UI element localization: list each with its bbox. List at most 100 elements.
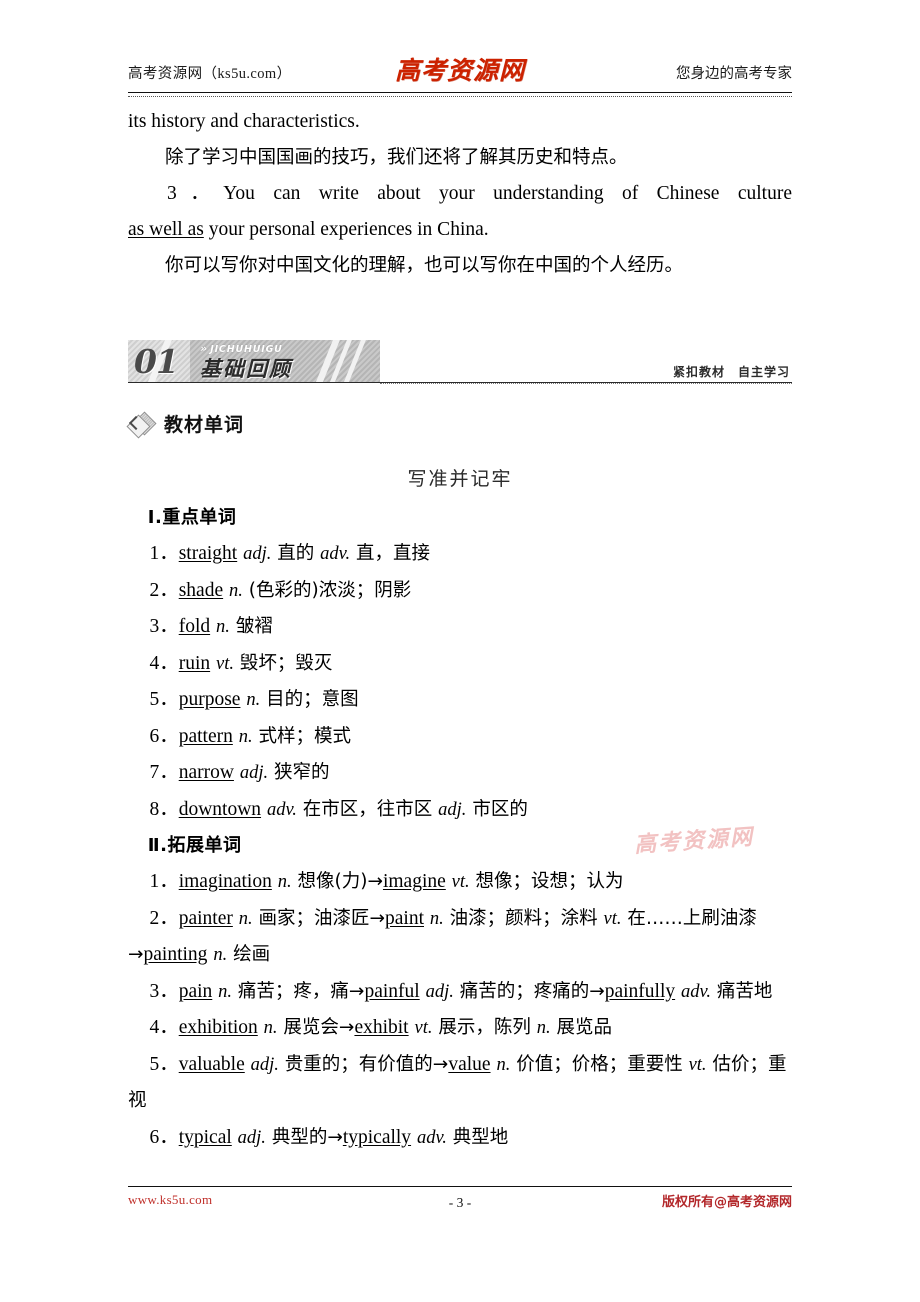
vocab-definition: n. 痛苦；疼，痛→ xyxy=(218,980,365,1002)
pos-abbrev: n. xyxy=(429,908,444,929)
underlined-phrase: as well as xyxy=(128,219,204,240)
paragraph-translation-1: 除了学习中国国画的技巧，我们还将了解其历史和特点。 xyxy=(165,147,628,168)
pos-abbrev: adv. xyxy=(681,981,711,1002)
pos-abbrev: vt. xyxy=(688,1054,707,1075)
vocab-word: ruin xyxy=(178,652,211,674)
vocab-item: 5．purpose n. 目的；意图 xyxy=(128,682,792,719)
pos-abbrev: n. xyxy=(216,617,230,637)
pos-abbrev: n. xyxy=(536,1018,551,1038)
vocab-number: 6． xyxy=(149,1126,179,1148)
vocab-definition: adj. 痛苦的；疼痛的→ xyxy=(425,980,605,1002)
vocab-word: exhibit xyxy=(354,1017,409,1038)
banner-chip: 01 » JICHUHUIGU 基础回顾 xyxy=(128,340,380,382)
pos-abbrev: vt. xyxy=(414,1018,433,1038)
vocab-item: 1．straight adj. 直的 adv. 直，直接 xyxy=(128,536,792,573)
vocab-definition: n. 绘画 xyxy=(213,944,271,965)
vocab-word: paint xyxy=(385,907,424,929)
vocab-definition: adj. 贵重的；有价值的→ xyxy=(250,1053,449,1075)
vocab-group-2-heading: Ⅱ.拓展单词 xyxy=(147,835,242,856)
footer-url: www.ks5u.com xyxy=(128,1192,213,1207)
vocabulary-section: Ⅰ.重点单词 1．straight adj. 直的 adv. 直，直接 2．sha… xyxy=(128,500,792,1156)
banner-pinyin-text: JICHUHUIGU xyxy=(210,344,283,355)
running-footer: www.ks5u.com - 3 - 版权所有@高考资源网 xyxy=(128,1186,792,1216)
vocab-definition: vt. 想像；设想；认为 xyxy=(451,871,624,892)
center-title: 写准并记牢 xyxy=(407,468,513,490)
vocab-item: 7．narrow adj. 狭窄的 xyxy=(128,755,792,792)
banner-number: 01 xyxy=(134,342,179,381)
vocab-definition: n. 画家；油漆匠→ xyxy=(238,907,385,929)
vocab-definition: n. 皱褶 xyxy=(216,616,273,637)
pos-abbrev: adj. xyxy=(243,544,272,564)
vocab-item: 8．downtown adv. 在市区，往市区 adj. 市区的 xyxy=(128,792,792,829)
vocab-definition: vt. 毁坏；毁灭 xyxy=(216,652,333,674)
pos-abbrev: adj. xyxy=(438,799,467,820)
vocab-number: 6． xyxy=(149,725,179,747)
pos-abbrev: n. xyxy=(496,1054,511,1075)
pos-abbrev: n. xyxy=(246,690,261,710)
paragraph-example-3: 3．You can write about your understanding… xyxy=(128,176,792,212)
vocab-word: value xyxy=(448,1053,491,1075)
vocab-item: 3．fold n. 皱褶 xyxy=(128,609,792,646)
vocab-item: 1．imagination n. 想像(力)→imagine vt. 想像；设想… xyxy=(128,864,792,901)
pos-abbrev: n. xyxy=(238,908,253,929)
vocab-definition: adv. 在市区，往市区 adj. 市区的 xyxy=(266,798,528,820)
vocab-item: 3．pain n. 痛苦；疼，痛→painful adj. 痛苦的；疼痛的→pa… xyxy=(128,974,792,1011)
vocab-word: narrow xyxy=(178,762,234,783)
header-left-text: 高考资源网（ks5u.com） xyxy=(128,66,292,82)
vocab-number: 8． xyxy=(149,798,179,820)
diamond-icon xyxy=(126,410,157,439)
vocab-number: 7． xyxy=(149,762,179,783)
vocab-definition: vt. 展示，陈列 n. 展览品 xyxy=(414,1017,613,1038)
vocab-word: imagine xyxy=(382,871,446,892)
document-page: 高考资源网（ks5u.com） 高考资源网 您身边的高考专家 its histo… xyxy=(0,0,920,1302)
pos-abbrev: adv. xyxy=(266,799,297,820)
vocab-word: fold xyxy=(178,616,211,637)
vocab-word: typical xyxy=(178,1126,232,1148)
pos-abbrev: adj. xyxy=(239,763,269,783)
vocab-definition: n. 想像(力)→ xyxy=(277,871,383,892)
vocab-number: 3． xyxy=(149,980,179,1002)
pos-abbrev: n. xyxy=(229,580,243,601)
paragraph-translation-2: 你可以写你对中国文化的理解，也可以写你在中国的个人经历。 xyxy=(165,255,684,276)
chevron-right-icon: » xyxy=(200,342,207,355)
vocab-group-1-list: 1．straight adj. 直的 adv. 直，直接 2．shade n. (… xyxy=(128,536,792,828)
vocab-definition: adj. 狭窄的 xyxy=(239,762,330,783)
running-header: 高考资源网（ks5u.com） 高考资源网 您身边的高考专家 xyxy=(128,56,792,97)
vocab-definition: adv. 痛苦地 xyxy=(681,980,773,1002)
vocab-group-2-list: 1．imagination n. 想像(力)→imagine vt. 想像；设想… xyxy=(128,864,792,1156)
vocab-word: exhibition xyxy=(178,1017,258,1038)
vocab-definition: adv. 典型地 xyxy=(416,1126,509,1148)
vocab-word: imagination xyxy=(178,871,272,892)
vocab-word: typically xyxy=(342,1126,412,1148)
subsection-heading: 教材单词 xyxy=(126,410,245,439)
vocab-item: 5．valuable adj. 贵重的；有价值的→value n. 价值；价格；… xyxy=(128,1047,792,1120)
vocab-item: 6．typical adj. 典型的→typically adv. 典型地 xyxy=(128,1120,792,1157)
vocab-group-1-heading: Ⅰ.重点单词 xyxy=(147,507,237,528)
banner-motto: 紧扣教材 自主学习 xyxy=(672,365,790,379)
vocab-item: 6．pattern n. 式样；模式 xyxy=(128,719,792,756)
footer-divider xyxy=(128,1186,792,1187)
vocab-definition: n. 目的；意图 xyxy=(246,689,359,710)
subsection-title: 教材单词 xyxy=(164,414,245,436)
pos-abbrev: adj. xyxy=(237,1127,266,1148)
pos-abbrev: n. xyxy=(218,981,233,1002)
pos-abbrev: vt. xyxy=(216,653,234,674)
vocab-definition: adj. 直的 adv. 直，直接 xyxy=(243,543,430,564)
vocab-word: painfully xyxy=(604,980,676,1002)
banner-chinese-title: 基础回顾 xyxy=(200,356,292,382)
pos-abbrev: vt. xyxy=(603,908,622,929)
vocab-number: 2． xyxy=(149,579,179,601)
pos-abbrev: n. xyxy=(238,726,253,747)
vocab-number: 1． xyxy=(149,543,179,564)
vocab-word: valuable xyxy=(178,1053,245,1075)
vocab-word: pain xyxy=(178,980,213,1002)
pos-abbrev: adv. xyxy=(416,1127,447,1148)
paragraph-continuation: its history and characteristics. xyxy=(128,111,360,132)
vocab-definition: n. (色彩的)浓淡；阴影 xyxy=(229,579,412,601)
vocab-item: 4．exhibition n. 展览会→exhibit vt. 展示，陈列 n.… xyxy=(128,1010,792,1047)
vocab-word: painting xyxy=(143,944,208,965)
vocab-number: 4． xyxy=(149,1017,179,1038)
header-right-text: 您身边的高考专家 xyxy=(676,66,792,82)
vocab-number: 1． xyxy=(149,871,179,892)
vocab-word: downtown xyxy=(178,798,262,820)
